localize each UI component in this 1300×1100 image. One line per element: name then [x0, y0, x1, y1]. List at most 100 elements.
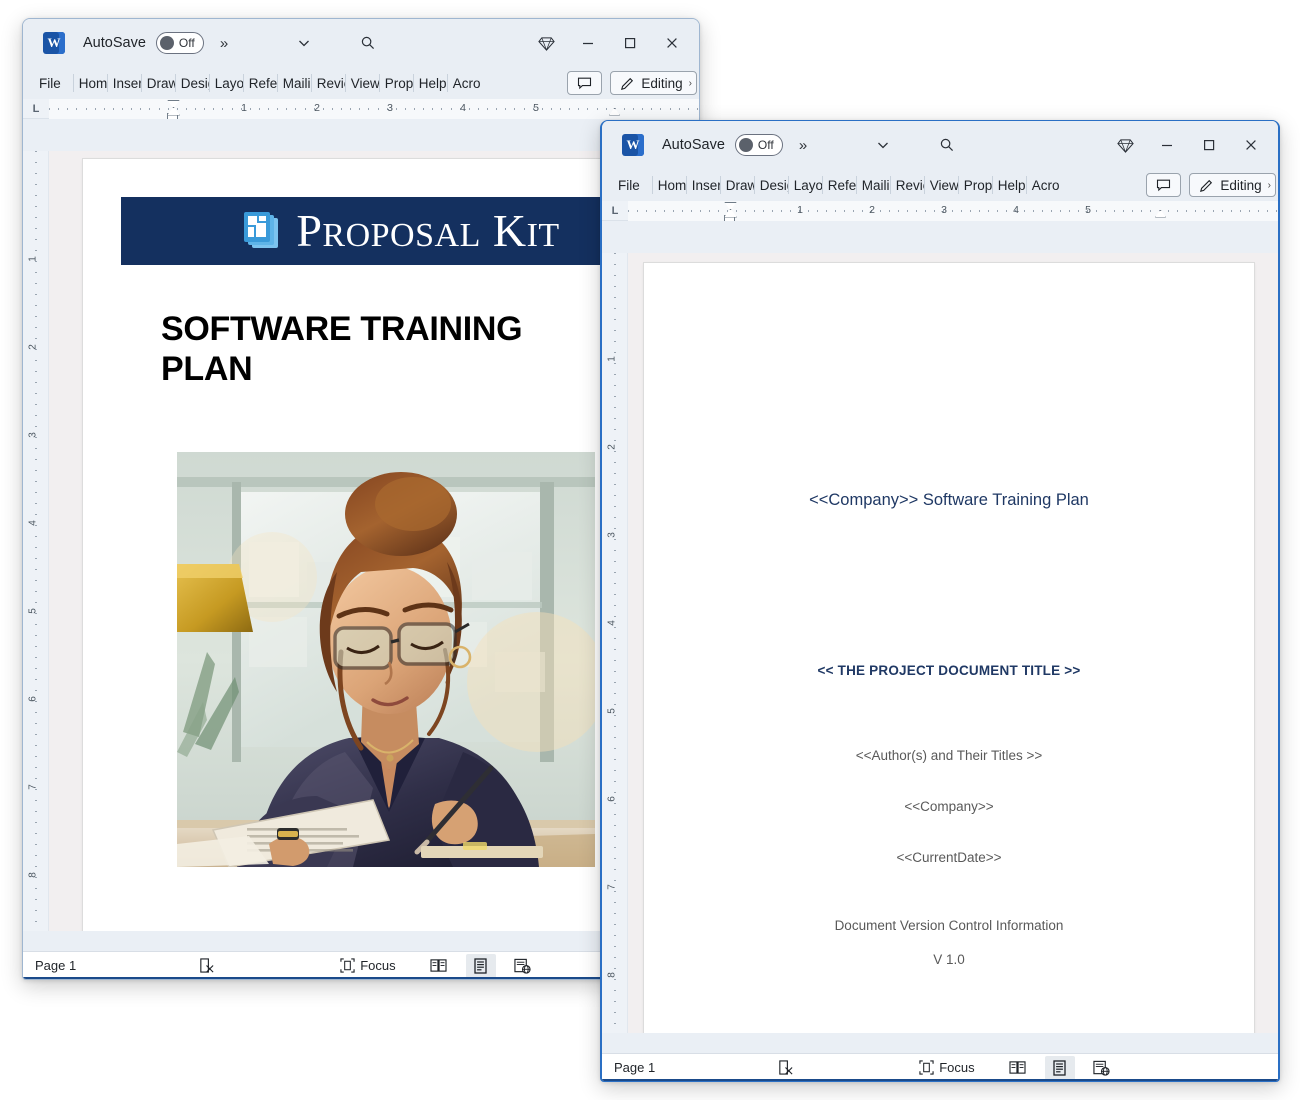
close-icon[interactable] [651, 20, 693, 66]
document-page[interactable]: PROPOSAL KIT SOFTWARE TRAINING PLAN [83, 159, 681, 931]
focus-button[interactable]: Focus [919, 1060, 975, 1075]
left-indent-marker[interactable] [167, 99, 179, 119]
ruler-track[interactable]: 1 2 3 4 5 [628, 200, 1278, 221]
ribbon-tab-prop[interactable]: Prop [378, 67, 413, 99]
chevron-down-icon[interactable] [287, 28, 321, 58]
maximize-icon[interactable] [609, 20, 651, 66]
document-heading[interactable]: SOFTWARE TRAINING PLAN [161, 309, 541, 389]
ribbon-tab-revie[interactable]: Revie [889, 169, 924, 201]
more-commands-button[interactable]: » [799, 137, 807, 154]
title-bar[interactable]: AutoSave Off » [23, 19, 699, 67]
minimize-icon[interactable] [567, 20, 609, 66]
ribbon-tab-insert[interactable]: Insert [685, 169, 720, 201]
document-line[interactable]: <<CurrentDate>> [644, 850, 1254, 865]
spelling-check-icon[interactable] [198, 957, 215, 974]
horizontal-ruler[interactable]: L 1 2 3 4 5 [602, 200, 1278, 221]
comment-button[interactable] [567, 71, 603, 95]
chevron-down-icon[interactable] [866, 130, 900, 160]
ribbon-tab-draw[interactable]: Draw [140, 67, 175, 99]
print-layout-icon[interactable] [1044, 1055, 1075, 1080]
document-line[interactable]: <<Author(s) and Their Titles >> [644, 748, 1254, 763]
read-mode-icon[interactable] [424, 954, 454, 978]
ribbon-tab-refer[interactable]: Refer [821, 169, 856, 201]
search-icon[interactable] [930, 130, 964, 160]
horizontal-ruler[interactable]: L 1 2 3 4 5 [23, 98, 699, 119]
ribbon-tab-acrob[interactable]: Acrob [1025, 169, 1060, 201]
tab-stop-selector[interactable]: L [23, 103, 49, 115]
ribbon-tabs[interactable]: FileHomInsertDrawDesigLayouReferMailiRev… [602, 169, 1278, 201]
title-bar[interactable]: AutoSave Off » [602, 121, 1278, 169]
document-line[interactable]: V 1.0 [644, 952, 1254, 967]
ribbon-tab-file[interactable]: File [610, 169, 652, 201]
ribbon-tab-hom[interactable]: Hom [72, 67, 107, 99]
more-commands-button[interactable]: » [220, 35, 228, 52]
page-indicator[interactable]: Page 1 [614, 1060, 655, 1075]
left-indent-marker[interactable] [724, 201, 736, 221]
document-line[interactable]: << THE PROJECT DOCUMENT TITLE >> [644, 663, 1254, 678]
ribbon-tab-view[interactable]: View [344, 67, 379, 99]
print-layout-icon[interactable] [465, 953, 496, 978]
web-layout-icon[interactable] [1087, 1056, 1117, 1080]
ruler-tick [614, 341, 616, 342]
vertical-ruler[interactable]: 1 2 3 4 5 6 7 8 [23, 151, 49, 931]
vertical-ruler[interactable]: 1 2 3 4 5 6 7 8 [602, 253, 628, 1033]
editing-mode-button[interactable]: Editing › [610, 71, 697, 95]
web-layout-icon[interactable] [508, 954, 538, 978]
ribbon-tab-layou[interactable]: Layou [787, 169, 822, 201]
ribbon-tab-revie[interactable]: Revie [310, 67, 345, 99]
ribbon-tab-help[interactable]: Help [991, 169, 1026, 201]
focus-button[interactable]: Focus [340, 958, 396, 973]
woman-writing-at-desk-illustration[interactable] [171, 452, 607, 868]
ribbon-tab-refer[interactable]: Refer [242, 67, 277, 99]
document-page[interactable]: <<Company>> Software Training Plan << THE… [644, 263, 1254, 1033]
spelling-check-icon[interactable] [777, 1059, 794, 1076]
minimize-icon[interactable] [1146, 122, 1188, 168]
comment-button[interactable] [1146, 173, 1182, 197]
diamond-icon[interactable] [525, 20, 567, 66]
status-bar[interactable]: Page 1 Focus [602, 1053, 1278, 1081]
editing-caret-icon[interactable]: › [689, 78, 692, 89]
diamond-icon[interactable] [1104, 122, 1146, 168]
ribbon-tab-view[interactable]: View [923, 169, 958, 201]
document-line[interactable]: <<Company>> [644, 799, 1254, 814]
right-indent-marker[interactable] [1155, 209, 1166, 218]
ruler-tick [35, 217, 37, 218]
search-icon[interactable] [351, 28, 385, 58]
ribbon-tab-maili[interactable]: Maili [855, 169, 890, 201]
ruler-tick [979, 209, 980, 212]
word-window-foreground[interactable]: AutoSave Off » [600, 120, 1280, 1082]
ribbon-tab-layou[interactable]: Layou [208, 67, 243, 99]
ribbon-tab-file[interactable]: File [31, 67, 73, 99]
ribbon-tab-hom[interactable]: Hom [651, 169, 686, 201]
document-canvas[interactable]: 1 2 3 4 5 6 7 8 <<Company>> Software Training P… [602, 253, 1278, 1033]
ribbon-tab-prop[interactable]: Prop [957, 169, 992, 201]
autosave-toggle[interactable]: Off [734, 134, 783, 156]
ribbon-tabs[interactable]: FileHomInsertDrawDesigLayouReferMailiRev… [23, 67, 699, 99]
word-window-background[interactable]: AutoSave Off » [22, 18, 700, 980]
ruler-tick [359, 107, 361, 110]
right-indent-marker[interactable] [609, 107, 620, 116]
ruler-track[interactable]: 1 2 3 4 5 [49, 98, 699, 119]
ruler-number: 5 [27, 608, 39, 614]
ribbon-tab-insert[interactable]: Insert [106, 67, 141, 99]
document-line[interactable]: <<Company>> Software Training Plan [644, 491, 1254, 510]
ribbon-tab-desig[interactable]: Desig [753, 169, 788, 201]
tab-stop-selector[interactable]: L [602, 205, 628, 217]
document-line[interactable]: Document Version Control Information [644, 918, 1254, 933]
ribbon-tab-draw[interactable]: Draw [719, 169, 754, 201]
autosave-toggle[interactable]: Off [155, 32, 204, 54]
ribbon-tab-acrob[interactable]: Acrob [446, 67, 481, 99]
editing-mode-button[interactable]: Editing › [1189, 173, 1276, 197]
ruler-tick [614, 517, 616, 518]
editing-caret-icon[interactable]: › [1268, 180, 1271, 191]
maximize-icon[interactable] [1188, 122, 1230, 168]
ribbon-tab-maili[interactable]: Maili [276, 67, 311, 99]
status-bar[interactable]: Page 1 Focus [23, 951, 699, 979]
document-canvas[interactable]: 12345678 PROPOSAL KIT SOFTWARE TRAINING … [23, 151, 699, 931]
read-mode-icon[interactable] [1003, 1056, 1033, 1080]
ruler-tick [35, 470, 37, 471]
ribbon-tab-desig[interactable]: Desig [174, 67, 209, 99]
ribbon-tab-help[interactable]: Help [412, 67, 447, 99]
page-indicator[interactable]: Page 1 [35, 958, 76, 973]
close-icon[interactable] [1230, 122, 1272, 168]
